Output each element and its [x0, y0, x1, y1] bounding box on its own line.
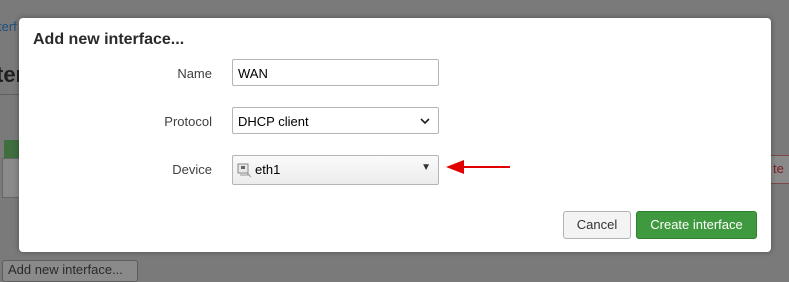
- protocol-select[interactable]: DHCP client: [232, 107, 439, 134]
- background-breadcrumb-link: terf: [0, 19, 17, 34]
- device-label: Device: [172, 162, 212, 177]
- cancel-button[interactable]: Cancel: [563, 211, 631, 239]
- add-interface-dialog: Add new interface... Name WAN Protocol D…: [19, 18, 771, 252]
- device-dropdown[interactable]: eth1 ▼: [232, 155, 439, 185]
- background-divider: [0, 94, 20, 95]
- name-input-value: WAN: [238, 66, 268, 81]
- dropdown-caret-icon: ▼: [421, 162, 431, 173]
- name-label: Name: [177, 66, 212, 81]
- red-arrow-left-icon: [446, 160, 510, 174]
- ethernet-port-icon: [237, 163, 252, 178]
- background-tab: [4, 140, 20, 158]
- protocol-label: Protocol: [164, 114, 212, 129]
- background-delete-label: te: [773, 161, 784, 176]
- protocol-select-value: DHCP client: [238, 114, 309, 129]
- create-interface-button[interactable]: Create interface: [636, 211, 757, 239]
- chevron-down-icon: [420, 118, 430, 125]
- dialog-title: Add new interface...: [33, 31, 185, 48]
- device-dropdown-value: eth1: [255, 162, 281, 177]
- name-input[interactable]: WAN: [232, 59, 439, 86]
